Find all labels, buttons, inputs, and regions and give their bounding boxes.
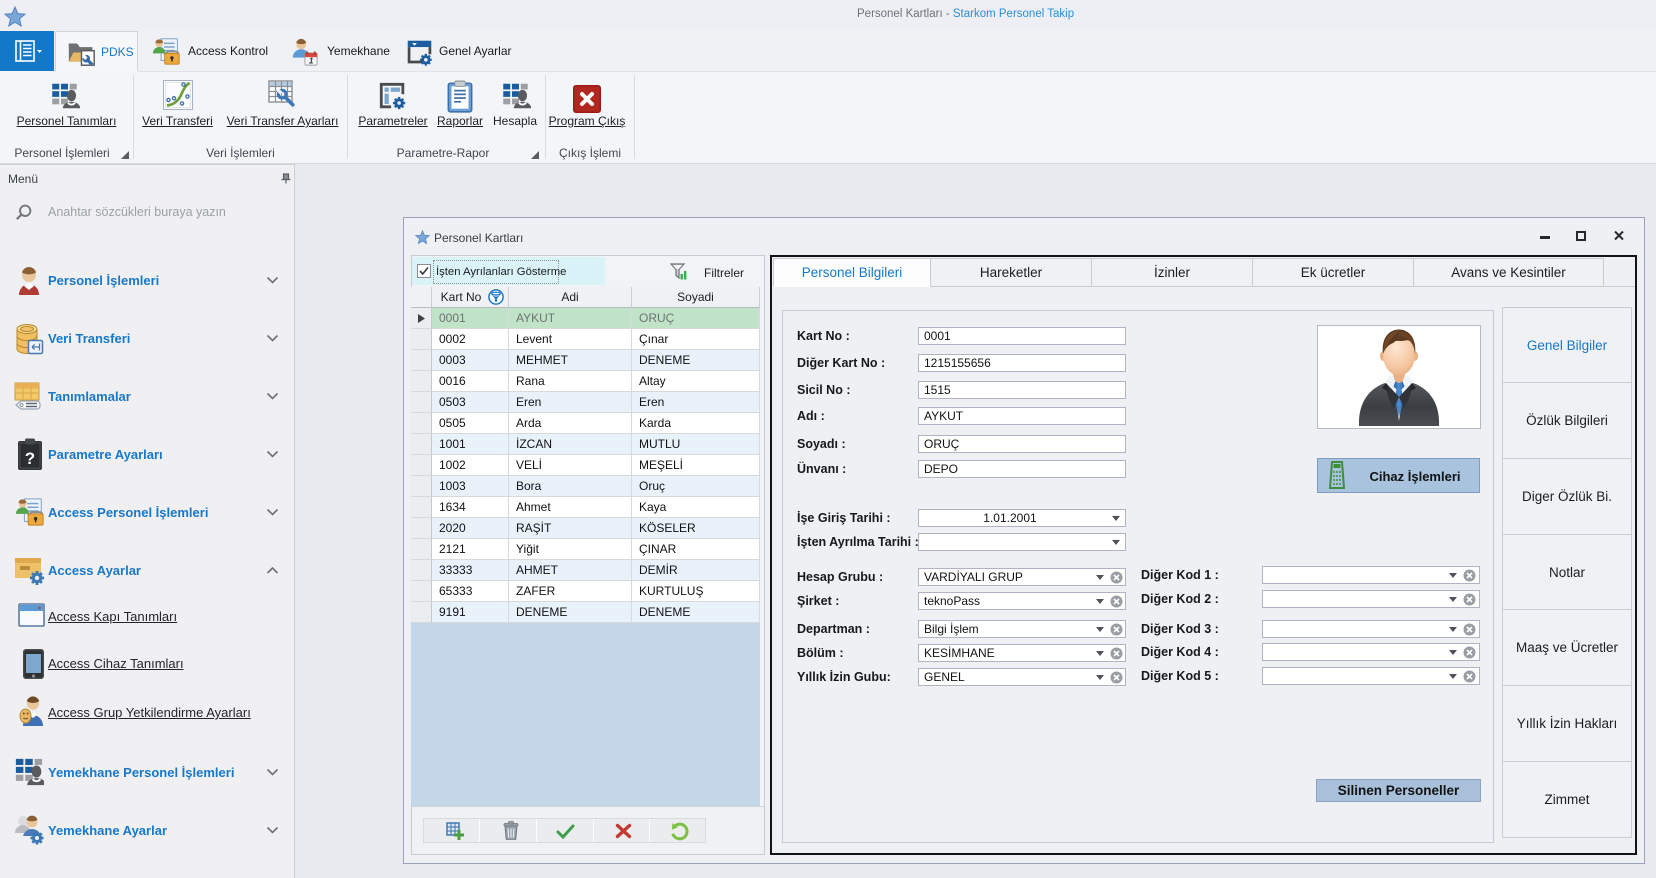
svg-text:?: ? <box>25 449 35 468</box>
svg-text:1: 1 <box>309 56 314 66</box>
